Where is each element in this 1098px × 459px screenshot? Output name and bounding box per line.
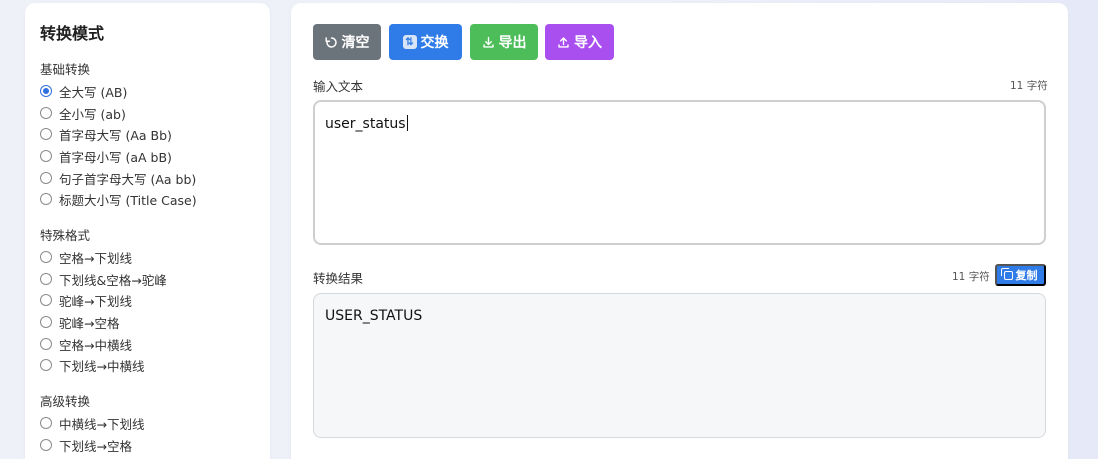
option-underscore-to-space[interactable]: 下划线→空格 xyxy=(40,436,132,454)
copy-icon xyxy=(1000,267,1013,280)
radio-icon[interactable] xyxy=(40,439,52,451)
radio-icon[interactable] xyxy=(40,128,52,140)
radio-icon[interactable] xyxy=(40,85,52,97)
option-to-camel[interactable]: 下划线&空格→驼峰 xyxy=(40,270,167,288)
option-camel-to-underscore[interactable]: 驼峰→下划线 xyxy=(40,291,132,309)
radio-icon[interactable] xyxy=(40,107,52,119)
radio-icon[interactable] xyxy=(40,150,52,162)
radio-icon[interactable] xyxy=(40,294,52,306)
output-char-count: 11 字符 xyxy=(952,271,990,283)
option-title-case[interactable]: 标题大小写 (Title Case) xyxy=(40,190,197,208)
download-icon xyxy=(482,36,495,49)
radio-icon[interactable] xyxy=(40,193,52,205)
input-label: 输入文本 xyxy=(313,79,364,94)
option-camel-to-space[interactable]: 驼峰→空格 xyxy=(40,313,119,331)
output-label: 转换结果 xyxy=(313,271,364,286)
radio-icon[interactable] xyxy=(40,417,52,429)
swap-button[interactable]: ⇅ 交换 xyxy=(389,24,462,60)
sidebar-title: 转换模式 xyxy=(40,24,105,43)
option-sentence-case[interactable]: 句子首字母大写 (Aa bb) xyxy=(40,169,196,187)
option-underscore-to-hyphen[interactable]: 下划线→中横线 xyxy=(40,356,144,374)
radio-icon[interactable] xyxy=(40,316,52,328)
group-title-special: 特殊格式 xyxy=(40,228,91,243)
copy-button[interactable]: 复制 xyxy=(995,264,1046,286)
radio-icon[interactable] xyxy=(40,172,52,184)
clear-button[interactable]: 清空 xyxy=(313,24,381,60)
option-uppercase[interactable]: 全大写 (AB) xyxy=(40,82,127,100)
import-button[interactable]: 导入 xyxy=(545,24,614,60)
mode-sidebar: 转换模式 基础转换 全大写 (AB) 全小写 (ab) 首字母大写 (Aa Bb… xyxy=(25,3,270,459)
radio-icon[interactable] xyxy=(40,273,52,285)
upload-icon xyxy=(557,36,570,49)
refresh-icon xyxy=(324,36,338,49)
group-title-advanced: 高级转换 xyxy=(40,394,91,409)
option-space-to-underscore[interactable]: 空格→下划线 xyxy=(40,248,132,266)
option-capitalize[interactable]: 首字母大写 (Aa Bb) xyxy=(40,125,172,143)
radio-icon[interactable] xyxy=(40,338,52,350)
option-lowercase[interactable]: 全小写 (ab) xyxy=(40,104,126,122)
option-uncapitalize[interactable]: 首字母小写 (aA bB) xyxy=(40,147,172,165)
text-caret xyxy=(406,115,408,131)
input-char-count: 11 字符 xyxy=(1010,80,1048,92)
output-text: USER_STATUS xyxy=(325,308,423,324)
output-textarea[interactable]: USER_STATUS xyxy=(313,293,1046,438)
radio-icon[interactable] xyxy=(40,359,52,371)
option-hyphen-to-underscore[interactable]: 中横线→下划线 xyxy=(40,414,144,432)
main-panel: 清空 ⇅ 交换 导出 导入 输入文本 11 字符 user_status 转换结… xyxy=(291,3,1068,459)
export-button[interactable]: 导出 xyxy=(470,24,538,60)
input-textarea[interactable]: user_status xyxy=(313,100,1046,245)
swap-icon: ⇅ xyxy=(402,35,417,49)
radio-icon[interactable] xyxy=(40,251,52,263)
option-space-to-hyphen[interactable]: 空格→中横线 xyxy=(40,335,132,353)
group-title-basic: 基础转换 xyxy=(40,62,91,77)
input-text: user_status xyxy=(325,116,406,132)
